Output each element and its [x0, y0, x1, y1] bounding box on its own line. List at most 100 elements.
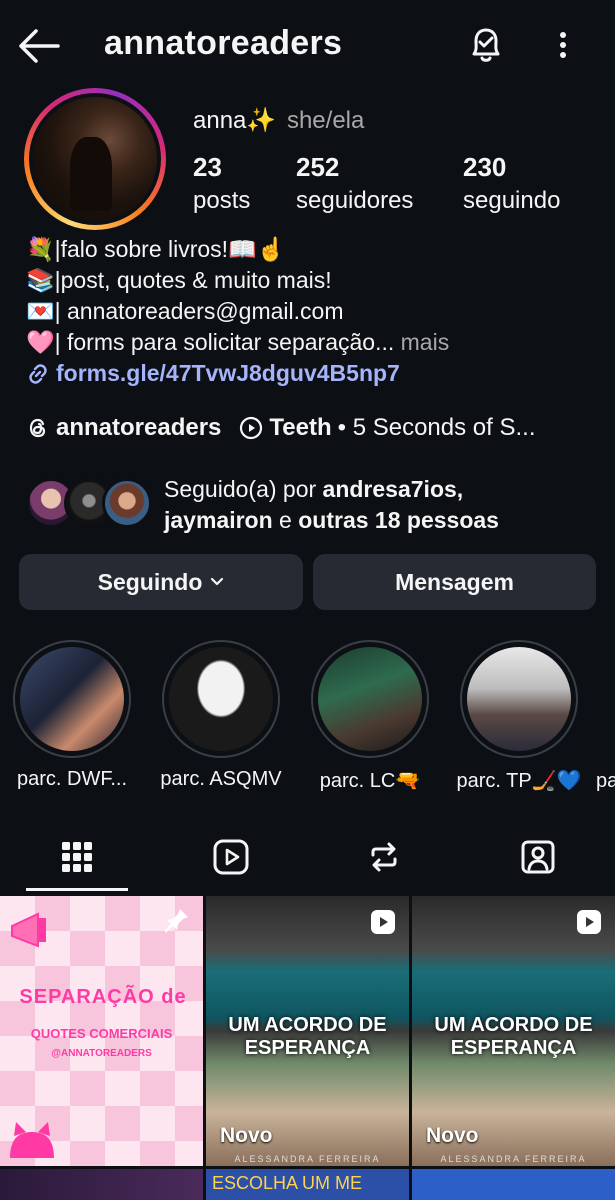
message-button[interactable]: Mensagem [313, 554, 596, 610]
posts-grid: SEPARAÇÃO de QUOTES COMERCIAIS @ANNATORE… [0, 896, 615, 1200]
highlight-label: parc. TP🏒💙 [456, 770, 582, 792]
message-button-label: Mensagem [395, 568, 514, 595]
arrow-left-icon [19, 29, 60, 63]
followers-count: 252 [296, 152, 340, 182]
highlight-cover [20, 647, 124, 751]
bell-check-icon [472, 28, 500, 62]
post-title: UM ACORDO DE ESPERANÇA [434, 1014, 593, 1059]
profile-music[interactable]: Teeth • 5 Seconds of S... [239, 414, 536, 442]
followed-by[interactable]: Seguido(a) por andresa7ios, jaymairon e … [26, 474, 606, 534]
posts-count: 23 [193, 152, 222, 182]
back-button[interactable] [16, 26, 62, 66]
post-tile[interactable] [0, 1169, 203, 1200]
megaphone-icon [11, 912, 46, 948]
notifications-button[interactable] [466, 24, 506, 66]
post-tile[interactable]: UM ACORDO DE ESPERANÇA Novo ALESSANDRA F… [206, 896, 409, 1166]
mutual-user: jaymairon [164, 507, 273, 533]
post-title: ESCOLHA UM ME [212, 1173, 363, 1193]
followed-by-joiner: e [279, 507, 292, 533]
more-options-button[interactable] [548, 24, 578, 66]
highlight-cover [169, 647, 273, 751]
avatar-photo [33, 97, 157, 221]
posts-label: posts [193, 187, 251, 214]
highlight-cover [318, 647, 422, 751]
following-button-label: Seguindo [97, 568, 203, 595]
story-highlights: parc. DWF... parc. ASQMV parc. LC🔫 parc.… [0, 640, 615, 793]
top-bar: annatoreaders [0, 0, 615, 92]
more-vertical-icon [560, 32, 566, 58]
profile-pronouns: she/ela [286, 107, 365, 134]
highlight-item[interactable]: parc. LC🔫 [306, 640, 434, 793]
song-artist: • 5 Seconds of S... [337, 414, 536, 441]
active-tab-indicator [26, 888, 128, 891]
profile-bio: 💐|falo sobre livros!📖☝️ 📚|post, quotes &… [26, 234, 606, 389]
post-title: UM ACORDO DE ESPERANÇA [228, 1014, 387, 1059]
highlight-label: parc. ASQMV [160, 768, 282, 790]
highlight-item[interactable]: parc. TP🏒💙 [455, 640, 583, 793]
following-button[interactable]: Seguindo [19, 554, 303, 610]
profile-avatar[interactable] [24, 88, 166, 230]
reel-icon [371, 910, 395, 934]
reels-icon [213, 839, 248, 875]
followed-by-text: Seguido(a) por andresa7ios, jaymairon e … [164, 474, 499, 536]
bio-external-link[interactable]: forms.gle/47TvwJ8dguv4B5np7 [26, 358, 606, 389]
chevron-down-icon [211, 577, 224, 586]
page-title: annatoreaders [104, 24, 343, 62]
mutual-user: andresa7ios, [322, 476, 464, 502]
followed-by-prefix: Seguido(a) por [164, 476, 317, 502]
post-tile[interactable]: ESCOLHA UM ME [206, 1169, 409, 1200]
post-title: SEPARAÇÃO de [19, 986, 187, 1008]
bio-link-text: forms.gle/47TvwJ8dguv4B5np7 [56, 360, 400, 386]
profile-name: anna✨ [193, 107, 277, 134]
avatar [102, 478, 152, 528]
highlight-item[interactable]: pa [596, 640, 615, 793]
mutual-others: outras 18 pessoas [298, 507, 499, 533]
post-subtitle: QUOTES COMERCIAIS [30, 1026, 173, 1041]
bio-line-text: 🩷| forms para solicitar separação... [26, 329, 395, 355]
new-badge: Novo [220, 1124, 273, 1147]
post-author: ALESSANDRA FERREIRA [234, 1154, 381, 1164]
bio-line-truncated: 🩷| forms para solicitar separação... mai… [26, 327, 606, 358]
bio-line: 💌| annatoreaders@gmail.com [26, 298, 344, 324]
tab-reels[interactable] [154, 820, 307, 894]
highlight-item[interactable]: parc. ASQMV [157, 640, 285, 791]
following-label: seguindo [463, 187, 561, 214]
highlight-label: parc. DWF... [16, 768, 127, 790]
play-circle-icon [240, 416, 263, 440]
threads-badge[interactable]: annatoreaders [26, 414, 221, 442]
bio-more-link[interactable]: mais [401, 329, 450, 355]
posts-stat[interactable]: 23 posts [193, 152, 250, 215]
tab-tagged[interactable] [461, 820, 614, 894]
bio-line: 📚|post, quotes & muito mais! [26, 267, 332, 293]
followers-stat[interactable]: 252 seguidores [296, 152, 413, 215]
song-title: Teeth [269, 414, 332, 441]
tagged-icon [521, 840, 554, 874]
link-icon [29, 363, 47, 384]
highlight-label: parc. LC🔫 [319, 770, 421, 792]
post-tile[interactable] [412, 1169, 615, 1200]
mutual-avatars [26, 478, 156, 528]
threads-icon [29, 418, 46, 438]
pin-icon [164, 909, 188, 933]
cat-icon [10, 1122, 54, 1158]
threads-handle: annatoreaders [56, 414, 222, 441]
profile-meta-row: annatoreaders Teeth • 5 Seconds of S... [26, 414, 606, 442]
followers-label: seguidores [296, 187, 414, 214]
profile-tabs [0, 820, 615, 894]
post-tile[interactable]: UM ACORDO DE ESPERANÇA Novo ALESSANDRA F… [412, 896, 615, 1166]
highlight-label: pa [596, 770, 615, 792]
tab-grid[interactable] [0, 820, 153, 894]
reposts-icon [371, 842, 396, 872]
bio-line: 💐|falo sobre livros!📖☝️ [26, 236, 286, 262]
post-handle: @ANNATOREADERS [51, 1048, 152, 1059]
tab-reposts[interactable] [307, 820, 460, 894]
following-count: 230 [463, 152, 507, 182]
new-badge: Novo [426, 1124, 479, 1147]
highlight-item[interactable]: parc. DWF... [8, 640, 136, 791]
post-author: ALESSANDRA FERREIRA [440, 1154, 587, 1164]
reel-icon [577, 910, 601, 934]
highlight-cover [467, 647, 571, 751]
profile-name-row: anna✨ she/ela [193, 106, 364, 135]
post-tile[interactable]: SEPARAÇÃO de QUOTES COMERCIAIS @ANNATORE… [0, 896, 203, 1166]
following-stat[interactable]: 230 seguindo [463, 152, 560, 215]
